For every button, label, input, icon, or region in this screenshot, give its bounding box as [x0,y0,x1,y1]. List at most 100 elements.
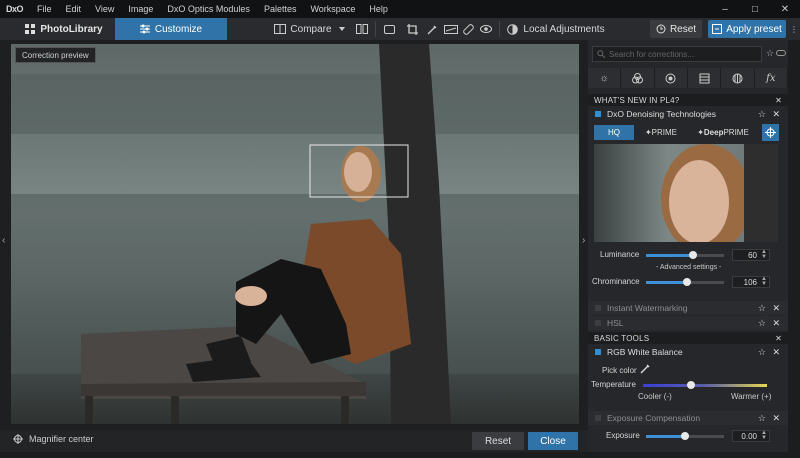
rgb-white-balance-header[interactable]: RGB White Balance ☆ ✕ [588,345,788,359]
tab-photolibrary[interactable]: PhotoLibrary [14,18,114,40]
panel-menu-button[interactable]: ⋮ [788,21,800,37]
hsl-row[interactable]: HSL ☆ ✕ [588,316,788,330]
denoising-enable-checkbox[interactable] [595,111,601,117]
exposure-handle[interactable] [681,432,689,440]
panel-scrollbar[interactable] [788,40,800,452]
local-tab-icon[interactable] [721,68,755,88]
crop-button[interactable] [404,21,420,37]
loupe-target-button[interactable] [762,124,779,141]
temperature-handle[interactable] [687,381,695,389]
menu-file[interactable]: File [30,4,59,14]
menu-optics-modules[interactable]: DxO Optics Modules [160,4,257,14]
viewer-close-button[interactable]: Close [528,432,578,450]
geometry-tab-icon[interactable] [687,68,722,88]
menu-palettes[interactable]: Palettes [257,4,304,14]
color-tab-icon[interactable] [621,68,655,88]
magnifier-center-button[interactable]: Magnifier center [13,434,94,444]
image-viewer[interactable]: ‹ › [0,40,588,430]
close-section-icon[interactable]: ✕ [775,96,782,105]
collapse-left-arrow[interactable]: ‹ [2,235,5,246]
favorite-star-icon[interactable]: ☆ [758,109,766,120]
close-tool-icon[interactable]: ✕ [772,347,780,358]
temperature-slider[interactable] [643,381,767,389]
frame-icon [383,24,395,34]
close-window-button[interactable]: ✕ [770,0,800,18]
exposure-row: Exposure 0.00 ▲ ▼ [588,430,788,444]
crop-icon [406,23,418,35]
menu-edit[interactable]: Edit [59,4,89,14]
dxo-logo: DxO [6,4,24,14]
spinner-icon[interactable]: ▲ ▼ [761,249,767,260]
menu-workspace[interactable]: Workspace [303,4,362,14]
exposure-slider[interactable] [646,432,724,440]
denoising-preview[interactable] [594,144,778,242]
close-section-icon[interactable]: ✕ [775,334,782,343]
close-tool-icon[interactable]: ✕ [772,109,780,120]
split-view-button[interactable] [353,21,371,37]
exposure-compensation-label: Exposure Compensation [607,413,701,423]
correction-preview-button[interactable]: Correction preview [15,47,96,63]
favorite-star-icon[interactable]: ☆ [758,347,766,358]
hsl-enable-checkbox[interactable] [595,320,601,326]
light-tab-icon[interactable]: ☼ [588,68,622,88]
favorite-star-icon[interactable]: ☆ [758,318,766,329]
apply-preset-button[interactable]: Apply preset [708,20,786,38]
luminance-handle[interactable] [689,251,697,259]
maximize-button[interactable]: □ [740,0,770,18]
main-photo[interactable] [11,44,579,424]
viewer-reset-button[interactable]: Reset [472,432,524,450]
compare-dropdown[interactable] [337,21,347,37]
local-adjustments-icon [507,23,519,35]
reset-button[interactable]: Reset [650,20,702,38]
collapse-right-arrow[interactable]: › [582,235,585,246]
menu-view[interactable]: View [88,4,121,14]
close-tool-icon[interactable]: ✕ [772,303,780,314]
denoising-tool-header[interactable]: DxO Denoising Technologies ☆ ✕ [588,107,788,121]
repair-button[interactable] [460,21,476,37]
close-tool-icon[interactable]: ✕ [772,318,780,329]
exposure-enable-checkbox[interactable] [595,415,601,421]
preview-toggle-button[interactable] [478,21,494,37]
compare-button[interactable]: Compare [270,21,336,37]
exposure-compensation-row[interactable]: Exposure Compensation ☆ ✕ [588,411,788,425]
close-tool-icon[interactable]: ✕ [772,413,780,424]
instant-watermarking-row[interactable]: Instant Watermarking ☆ ✕ [588,301,788,315]
chrominance-value-field[interactable]: 106 ▲ ▼ [732,276,770,288]
favorite-star-icon[interactable]: ☆ [758,413,766,424]
spinner-icon[interactable]: ▲ ▼ [761,276,767,287]
pick-color-eyedropper-icon[interactable] [640,363,651,376]
favorite-star-icon[interactable]: ☆ [758,303,766,314]
toolbar: PhotoLibrary Customize Compare Local Adj… [0,18,800,40]
search-field[interactable]: Search for corrections... [592,46,762,62]
white-balance-enable-checkbox[interactable] [595,349,601,355]
toggle-icon[interactable] [776,50,786,56]
effects-tab-icon[interactable]: fx [754,68,788,88]
menu-help[interactable]: Help [362,4,395,14]
local-adjustments-button[interactable]: Local Adjustments [504,21,608,37]
history-icon [656,24,666,34]
advanced-settings-link[interactable]: - Advanced settings - [656,264,721,271]
temperature-label: Temperature [591,380,636,389]
temperature-row: Temperature [588,379,788,393]
spinner-icon[interactable]: ▲ ▼ [761,430,767,441]
favorites-star-icon[interactable]: ☆ [766,48,774,59]
luminance-value-field[interactable]: 60 ▲ ▼ [732,249,770,261]
frame-button[interactable] [381,21,397,37]
exposure-value-field[interactable]: 0.00 ▲ ▼ [732,430,770,442]
color-picker-button[interactable] [424,21,440,37]
rgb-white-balance-title: RGB White Balance [607,347,683,357]
mode-prime[interactable]: ✦ PRIME [637,125,685,140]
mode-deepprime[interactable]: ✦ Deep PRIME [688,125,758,140]
chrominance-slider[interactable] [646,278,724,286]
luminance-slider[interactable] [646,251,724,259]
mode-hq[interactable]: HQ [594,125,634,140]
chrominance-handle[interactable] [683,278,691,286]
preview-face-illustration [661,144,778,242]
menu-image[interactable]: Image [121,4,160,14]
horizon-button[interactable] [442,21,460,37]
detail-tab-icon[interactable] [654,68,688,88]
luminance-fill [646,254,693,257]
watermarking-enable-checkbox[interactable] [595,305,601,311]
tab-customize[interactable]: Customize [115,18,227,40]
minimize-button[interactable]: – [710,0,740,18]
